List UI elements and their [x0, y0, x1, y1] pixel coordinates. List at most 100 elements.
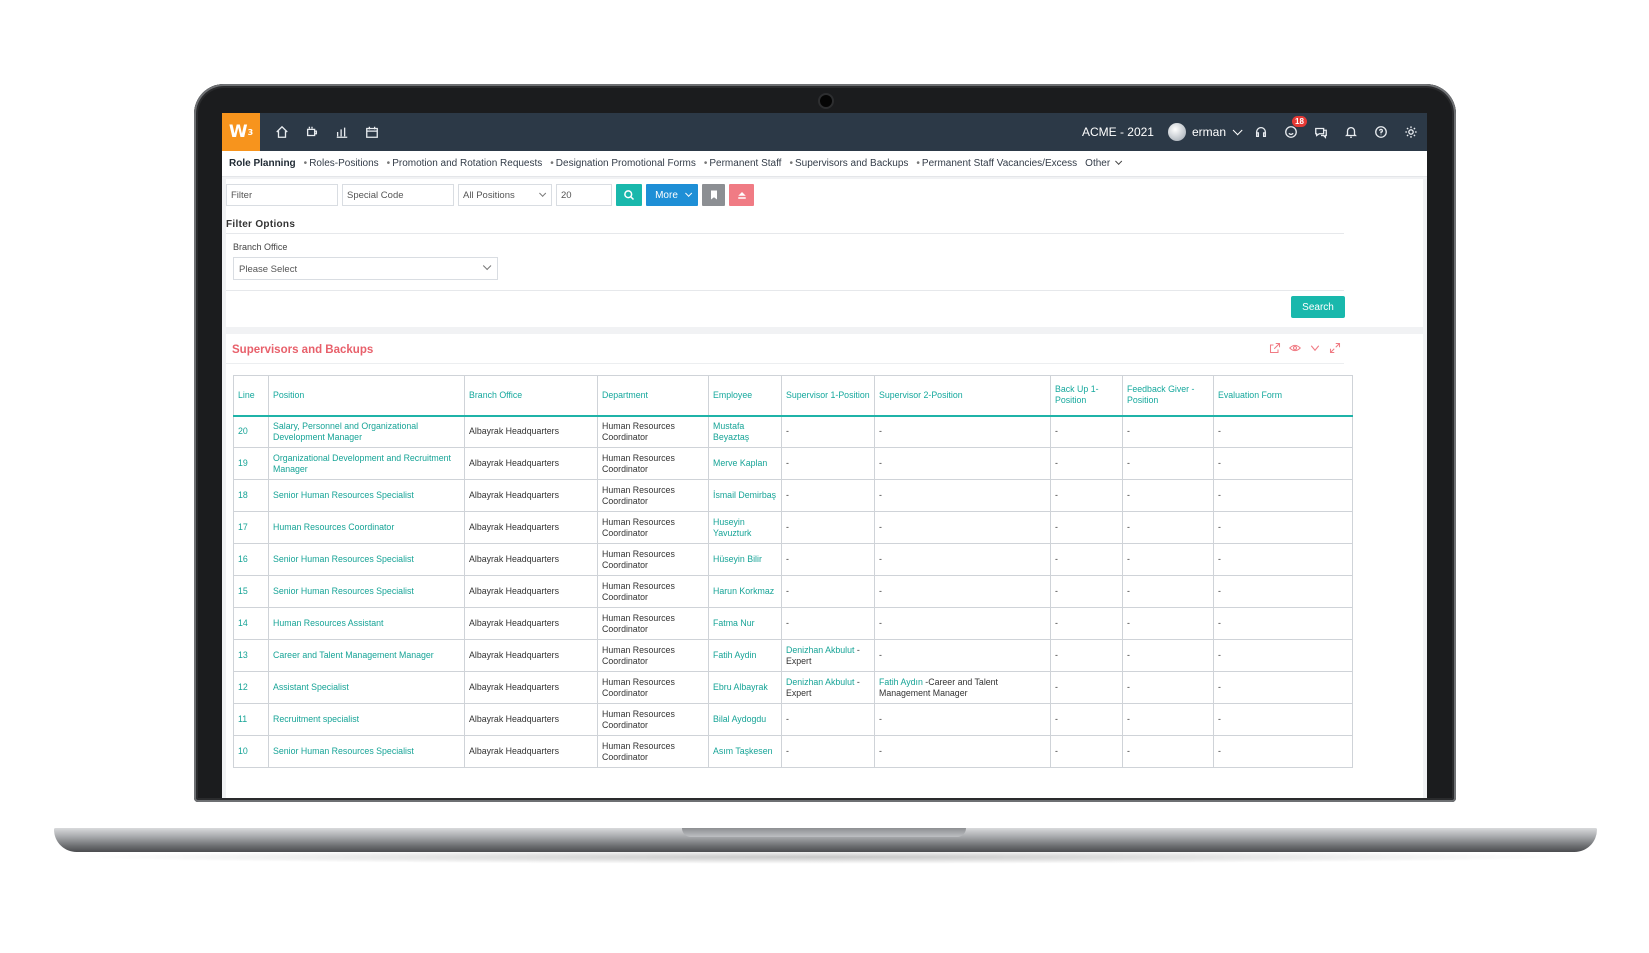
submenu-item-vacancies[interactable]: • Permanent Staff Vacancies/Excess — [916, 158, 1077, 169]
row-employee[interactable]: Huseyin Yavuzturk — [708, 511, 782, 544]
row-line[interactable]: 12 — [233, 671, 269, 704]
column-header-feedback-giver[interactable]: Feedback Giver - Position — [1122, 375, 1214, 417]
row-line[interactable]: 10 — [233, 735, 269, 768]
row-employee[interactable]: İsmail Demirbaş — [708, 479, 782, 512]
submenu-item-roles-positions[interactable]: • Roles-Positions — [304, 158, 379, 169]
row-position[interactable]: Career and Talent Management Manager — [268, 639, 465, 672]
row-employee-value: Fatma Nur — [713, 618, 755, 628]
gear-icon[interactable] — [1403, 124, 1419, 140]
row-line[interactable]: 17 — [233, 511, 269, 544]
submenu-label: Permanent Staff Vacancies/Excess — [921, 158, 1078, 169]
row-position[interactable]: Assistant Specialist — [268, 671, 465, 704]
row-line[interactable]: 18 — [233, 479, 269, 512]
row-employee[interactable]: Merve Kaplan — [708, 447, 782, 480]
row-position[interactable]: Human Resources Assistant — [268, 607, 465, 640]
row-employee[interactable]: Hüseyin Bilir — [708, 543, 782, 576]
headset-icon[interactable] — [1253, 124, 1269, 140]
smiley-icon[interactable]: 18 — [1283, 116, 1307, 140]
column-header-backup-1[interactable]: Back Up 1-Position — [1050, 375, 1123, 417]
row-position[interactable]: Organizational Development and Recruitme… — [268, 447, 465, 480]
row-line[interactable]: 13 — [233, 639, 269, 672]
row-employee[interactable]: Fatma Nur — [708, 607, 782, 640]
submenu-item-designation-forms[interactable]: • Designation Promotional Forms — [550, 158, 696, 169]
table-row[interactable]: 14 Human Resources Assistant Albayrak Head… — [233, 607, 1353, 640]
row-branch: Albayrak Headquarters — [464, 735, 598, 768]
app-logo[interactable]: W3 — [222, 113, 260, 151]
special-code-input[interactable]: Special Code — [342, 184, 454, 206]
row-supervisor-1[interactable]: Denizhan Akbulut - Expert — [781, 639, 875, 672]
chart-icon[interactable] — [334, 124, 350, 140]
filter-input[interactable]: Filter — [226, 184, 338, 206]
help-icon[interactable] — [1373, 124, 1389, 140]
row-position[interactable]: Senior Human Resources Specialist — [268, 575, 465, 608]
row-employee-value: İsmail Demirbaş — [713, 490, 777, 500]
bookmark-button[interactable] — [702, 184, 725, 206]
row-position[interactable]: Salary, Personnel and Organizational Dev… — [268, 415, 465, 448]
search-button[interactable]: Search — [1291, 296, 1345, 318]
row-employee[interactable]: Mustafa Beyaztaş — [708, 415, 782, 448]
submenu-item-promotion-rotation[interactable]: • Promotion and Rotation Requests — [387, 158, 543, 169]
user-menu[interactable]: erman — [1167, 123, 1243, 141]
row-employee[interactable]: Bilal Aydogdu — [708, 703, 782, 736]
more-button[interactable]: More — [646, 184, 698, 206]
row-supervisor-2[interactable]: Fatih Aydın -Career and Talent Managemen… — [874, 671, 1051, 704]
table-row[interactable]: 19 Organizational Development and Recruit… — [233, 447, 1353, 480]
table-row[interactable]: 12 Assistant Specialist Albayrak Headquart… — [233, 671, 1353, 704]
home-icon[interactable] — [274, 124, 290, 140]
column-header-supervisor-1[interactable]: Supervisor 1-Position — [781, 375, 875, 417]
table-row[interactable]: 18 Senior Human Resources Specialist Albay… — [233, 479, 1353, 512]
row-position[interactable]: Senior Human Resources Specialist — [268, 479, 465, 512]
table-row[interactable]: 13 Career and Talent Management Manager Al… — [233, 639, 1353, 672]
row-supervisor-1[interactable]: Denizhan Akbulut - Expert — [781, 671, 875, 704]
table-row[interactable]: 20 Salary, Personnel and Organizational D… — [233, 415, 1353, 448]
search-icon-button[interactable] — [616, 184, 642, 206]
row-line[interactable]: 20 — [233, 415, 269, 448]
submenu-other[interactable]: Other — [1085, 157, 1123, 169]
row-line[interactable]: 19 — [233, 447, 269, 480]
row-position[interactable]: Recruitment specialist — [268, 703, 465, 736]
row-position[interactable]: Senior Human Resources Specialist — [268, 735, 465, 768]
row-line-value: 14 — [238, 618, 248, 628]
chevron-down-icon[interactable] — [1309, 342, 1321, 354]
coffee-icon[interactable] — [304, 124, 320, 140]
row-position[interactable]: Senior Human Resources Specialist — [268, 543, 465, 576]
row-backup-1: - — [1050, 415, 1123, 448]
table-row[interactable]: 15 Senior Human Resources Specialist Albay… — [233, 575, 1353, 608]
column-header-evaluation-form[interactable]: Evaluation Form — [1213, 375, 1353, 417]
page-size-input[interactable]: 20 — [556, 184, 612, 206]
eye-icon[interactable] — [1289, 342, 1301, 354]
bell-icon[interactable] — [1343, 124, 1359, 140]
row-line[interactable]: 16 — [233, 543, 269, 576]
row-line[interactable]: 15 — [233, 575, 269, 608]
column-header-employee[interactable]: Employee — [708, 375, 782, 417]
row-employee[interactable]: Ebru Albayrak — [708, 671, 782, 704]
column-header-department[interactable]: Department — [597, 375, 709, 417]
row-position[interactable]: Human Resources Coordinator — [268, 511, 465, 544]
column-header-branch-office[interactable]: Branch Office — [464, 375, 598, 417]
positions-select[interactable]: All Positions — [458, 184, 552, 206]
row-line[interactable]: 14 — [233, 607, 269, 640]
calendar-icon[interactable] — [364, 124, 380, 140]
row-employee[interactable]: Asım Taşkesen — [708, 735, 782, 768]
column-header-supervisor-2[interactable]: Supervisor 2-Position — [874, 375, 1051, 417]
table-row[interactable]: 17 Human Resources Coordinator Albayrak He… — [233, 511, 1353, 544]
row-line[interactable]: 11 — [233, 703, 269, 736]
eject-button[interactable] — [729, 184, 754, 206]
row-supervisor-2: - — [874, 447, 1051, 480]
submenu-role-planning[interactable]: Role Planning — [229, 158, 296, 169]
submenu-item-supervisors-backups[interactable]: • Supervisors and Backups — [789, 158, 908, 169]
expand-icon[interactable] — [1329, 342, 1341, 354]
table-row[interactable]: 11 Recruitment specialist Albayrak Headqua… — [233, 703, 1353, 736]
table-row[interactable]: 16 Senior Human Resources Specialist Albay… — [233, 543, 1353, 576]
submenu-item-permanent-staff[interactable]: • Permanent Staff — [704, 158, 782, 169]
column-header-position[interactable]: Position — [268, 375, 465, 417]
export-icon[interactable] — [1269, 342, 1281, 354]
row-employee[interactable]: Harun Korkmaz — [708, 575, 782, 608]
column-header-line[interactable]: Line — [233, 375, 269, 417]
company-selector[interactable]: ACME - 2021 — [1082, 125, 1154, 139]
row-employee[interactable]: Fatih Aydin — [708, 639, 782, 672]
row-evaluation-form: - — [1213, 575, 1353, 608]
table-row[interactable]: 10 Senior Human Resources Specialist Albay… — [233, 735, 1353, 768]
chat-icon[interactable] — [1313, 124, 1329, 140]
branch-office-select[interactable]: Please Select — [233, 257, 498, 280]
